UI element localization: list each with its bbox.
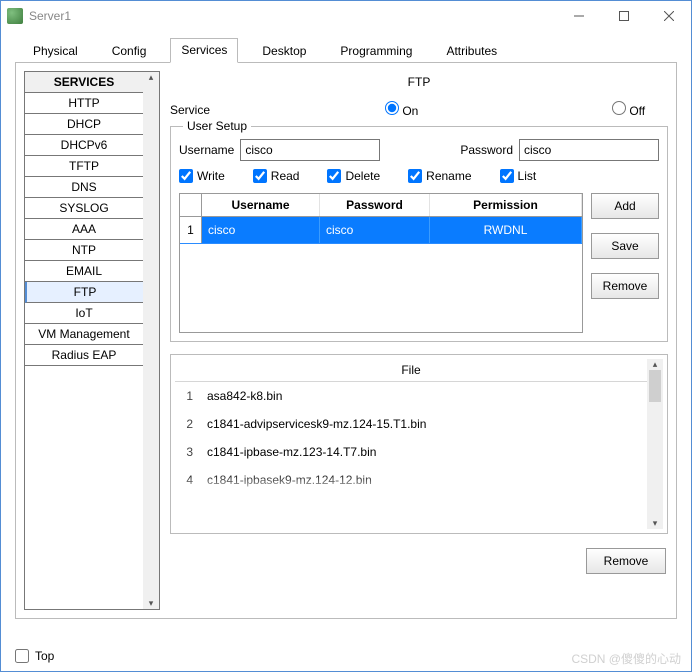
- tab-programming[interactable]: Programming: [330, 40, 422, 63]
- sidebar-item-radius[interactable]: Radius EAP: [25, 345, 143, 366]
- watermark: CSDN @傻傻的心动: [571, 650, 681, 667]
- password-input[interactable]: [519, 139, 659, 161]
- sidebar-item-dhcpv6[interactable]: DHCPv6: [25, 135, 143, 156]
- user-setup-legend: User Setup: [183, 119, 251, 133]
- tab-attributes[interactable]: Attributes: [436, 40, 507, 63]
- sidebar-item-dhcp[interactable]: DHCP: [25, 114, 143, 135]
- user-setup-group: User Setup Username Password Write Read …: [170, 126, 668, 342]
- sidebar-item-dns[interactable]: DNS: [25, 177, 143, 198]
- file-column-header: File: [175, 359, 647, 382]
- services-sidebar: SERVICES HTTP DHCP DHCPv6 TFTP DNS SYSLO…: [24, 71, 160, 610]
- scroll-down-icon[interactable]: ▾: [647, 518, 663, 529]
- sidebar-item-syslog[interactable]: SYSLOG: [25, 198, 143, 219]
- title-bar: Server1: [1, 1, 691, 31]
- remove-user-button[interactable]: Remove: [591, 273, 659, 299]
- col-password: Password: [320, 194, 430, 216]
- save-button[interactable]: Save: [591, 233, 659, 259]
- top-checkbox[interactable]: [15, 649, 29, 663]
- sidebar-item-ntp[interactable]: NTP: [25, 240, 143, 261]
- service-label: Service: [170, 103, 210, 117]
- col-number: [180, 194, 202, 216]
- file-name: asa842-k8.bin: [207, 389, 282, 403]
- tab-services[interactable]: Services: [170, 38, 238, 63]
- col-username: Username: [202, 194, 320, 216]
- file-scrollbar[interactable]: ▴ ▾: [647, 359, 663, 529]
- sidebar-item-vm[interactable]: VM Management: [25, 324, 143, 345]
- close-button[interactable]: [646, 1, 691, 31]
- perm-rename-checkbox[interactable]: Rename: [408, 169, 471, 183]
- username-input[interactable]: [240, 139, 380, 161]
- row-number: 1: [180, 217, 202, 243]
- sidebar-header: SERVICES: [25, 72, 143, 93]
- sidebar-item-iot[interactable]: IoT: [25, 303, 143, 324]
- panel-title: FTP: [170, 71, 668, 93]
- row-password: cisco: [320, 217, 430, 243]
- tab-bar: Physical Config Services Desktop Program…: [15, 39, 677, 63]
- tab-config[interactable]: Config: [102, 40, 157, 63]
- maximize-button[interactable]: [601, 1, 646, 31]
- file-row[interactable]: 1asa842-k8.bin: [175, 382, 647, 410]
- table-row[interactable]: 1 cisco cisco RWDNL: [180, 217, 582, 244]
- sidebar-item-tftp[interactable]: TFTP: [25, 156, 143, 177]
- file-row[interactable]: 3c1841-ipbase-mz.123-14.T7.bin: [175, 438, 647, 466]
- file-row[interactable]: 4c1841-ipbasek9-mz.124-12.bin: [175, 466, 647, 494]
- perm-delete-checkbox[interactable]: Delete: [327, 169, 380, 183]
- sidebar-scrollbar[interactable]: ▴ ▾: [143, 72, 159, 609]
- file-name: c1841-advipservicesk9-mz.124-15.T1.bin: [207, 417, 426, 431]
- col-permission: Permission: [430, 194, 582, 216]
- minimize-button[interactable]: [556, 1, 601, 31]
- row-permission: RWDNL: [430, 217, 582, 243]
- service-off-radio[interactable]: Off: [612, 101, 664, 118]
- remove-file-button[interactable]: Remove: [586, 548, 666, 574]
- file-group: File 1asa842-k8.bin 2c1841-advipservices…: [170, 354, 668, 534]
- file-row[interactable]: 2c1841-advipservicesk9-mz.124-15.T1.bin: [175, 410, 647, 438]
- top-label: Top: [35, 649, 54, 663]
- app-icon: [7, 8, 23, 24]
- row-username: cisco: [202, 217, 320, 243]
- password-label: Password: [460, 143, 513, 157]
- file-name: c1841-ipbase-mz.123-14.T7.bin: [207, 445, 376, 459]
- tab-desktop[interactable]: Desktop: [252, 40, 316, 63]
- tab-physical[interactable]: Physical: [23, 40, 88, 63]
- sidebar-item-aaa[interactable]: AAA: [25, 219, 143, 240]
- scroll-thumb[interactable]: [649, 370, 661, 402]
- perm-read-checkbox[interactable]: Read: [253, 169, 300, 183]
- scroll-up-icon[interactable]: ▴: [143, 72, 159, 83]
- user-table: Username Password Permission 1 cisco cis…: [179, 193, 583, 333]
- sidebar-item-ftp[interactable]: FTP: [25, 282, 143, 303]
- sidebar-item-email[interactable]: EMAIL: [25, 261, 143, 282]
- add-button[interactable]: Add: [591, 193, 659, 219]
- scroll-down-icon[interactable]: ▾: [143, 598, 159, 609]
- service-on-radio[interactable]: On: [385, 101, 437, 118]
- perm-write-checkbox[interactable]: Write: [179, 169, 225, 183]
- window-title: Server1: [29, 9, 71, 23]
- perm-list-checkbox[interactable]: List: [500, 169, 537, 183]
- scroll-up-icon[interactable]: ▴: [647, 359, 663, 370]
- sidebar-item-http[interactable]: HTTP: [25, 93, 143, 114]
- username-label: Username: [179, 143, 234, 157]
